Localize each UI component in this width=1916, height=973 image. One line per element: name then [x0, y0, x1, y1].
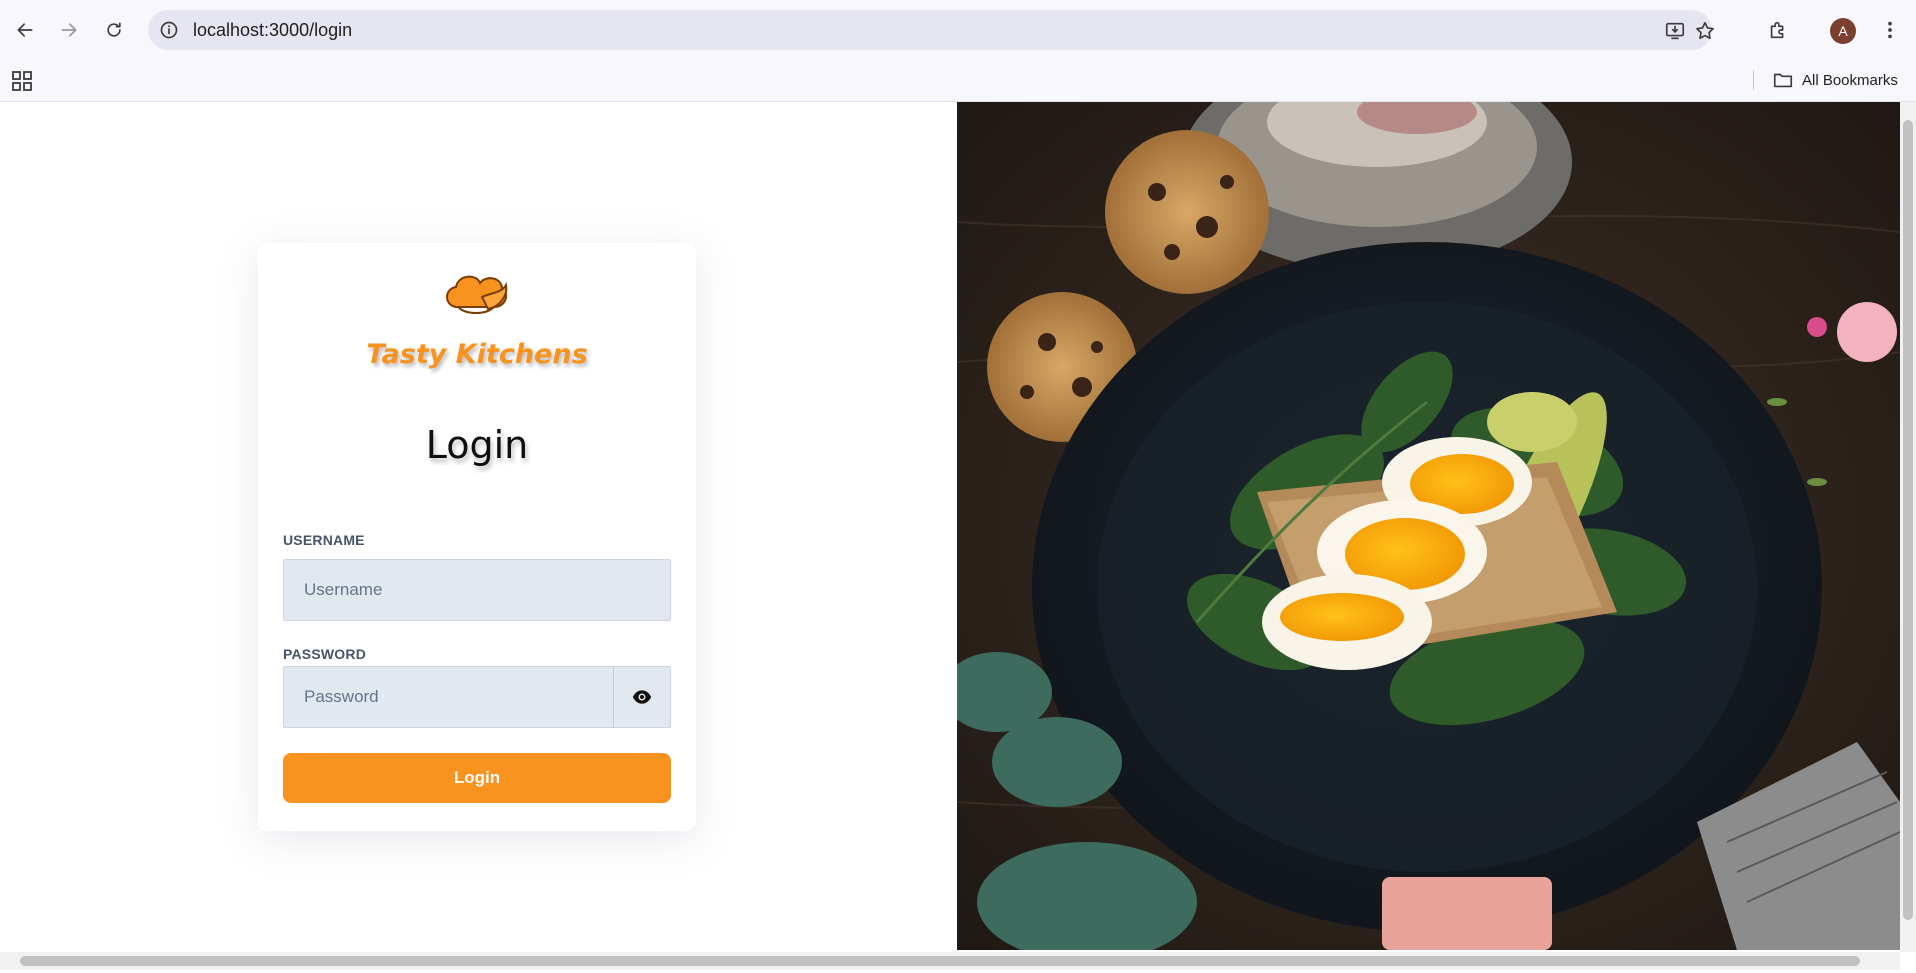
- login-card: Tasty Kitchens Login USERNAME PASSWORD L…: [258, 243, 696, 831]
- bookmarks-separator: [1753, 70, 1754, 90]
- back-arrow-icon: [17, 23, 33, 37]
- vertical-scrollbar[interactable]: [1900, 102, 1916, 952]
- toggle-password-visibility-button[interactable]: [613, 666, 671, 728]
- bookmarks-bar: All Bookmarks: [0, 60, 1916, 102]
- forward-arrow-icon: [61, 23, 77, 37]
- extensions-icon[interactable]: [1762, 14, 1794, 46]
- page-viewport: Tasty Kitchens Login USERNAME PASSWORD L…: [0, 102, 1916, 970]
- browser-chrome: localhost:3000/login A All Bookmarks: [0, 0, 1916, 102]
- page-title: Login: [425, 423, 529, 467]
- username-input[interactable]: [283, 559, 671, 621]
- vertical-scroll-thumb[interactable]: [1903, 120, 1913, 920]
- profile-avatar[interactable]: A: [1830, 18, 1856, 44]
- folder-icon: [1773, 73, 1793, 88]
- horizontal-scrollbar[interactable]: [0, 952, 1900, 970]
- apps-grid-icon[interactable]: [10, 69, 34, 93]
- username-label: USERNAME: [283, 532, 365, 548]
- url-text[interactable]: localhost:3000/login: [193, 20, 352, 41]
- install-app-icon[interactable]: [1662, 18, 1688, 44]
- password-label: PASSWORD: [283, 646, 367, 662]
- brand-name: Tasty Kitchens: [366, 339, 588, 370]
- all-bookmarks-button[interactable]: All Bookmarks: [1772, 68, 1898, 92]
- password-input[interactable]: [283, 666, 613, 728]
- site-info-icon[interactable]: [156, 17, 182, 43]
- back-button[interactable]: [8, 13, 42, 47]
- address-bar[interactable]: localhost:3000/login: [148, 10, 1714, 50]
- all-bookmarks-label: All Bookmarks: [1802, 71, 1898, 89]
- browser-toolbar: localhost:3000/login A: [0, 0, 1916, 60]
- chef-hat-logo-icon: [446, 275, 508, 314]
- login-pane: Tasty Kitchens Login USERNAME PASSWORD L…: [0, 102, 957, 950]
- hero-food-image: [957, 102, 1900, 950]
- horizontal-scroll-thumb[interactable]: [20, 956, 1860, 966]
- menu-kebab-icon[interactable]: [1874, 14, 1906, 46]
- login-button[interactable]: Login: [283, 753, 671, 803]
- reload-icon: [107, 22, 121, 37]
- forward-button[interactable]: [52, 13, 86, 47]
- food-photo-illustration: [957, 102, 1900, 950]
- bookmark-star-icon[interactable]: [1692, 18, 1718, 44]
- eye-icon: [632, 690, 652, 704]
- reload-button[interactable]: [97, 13, 131, 47]
